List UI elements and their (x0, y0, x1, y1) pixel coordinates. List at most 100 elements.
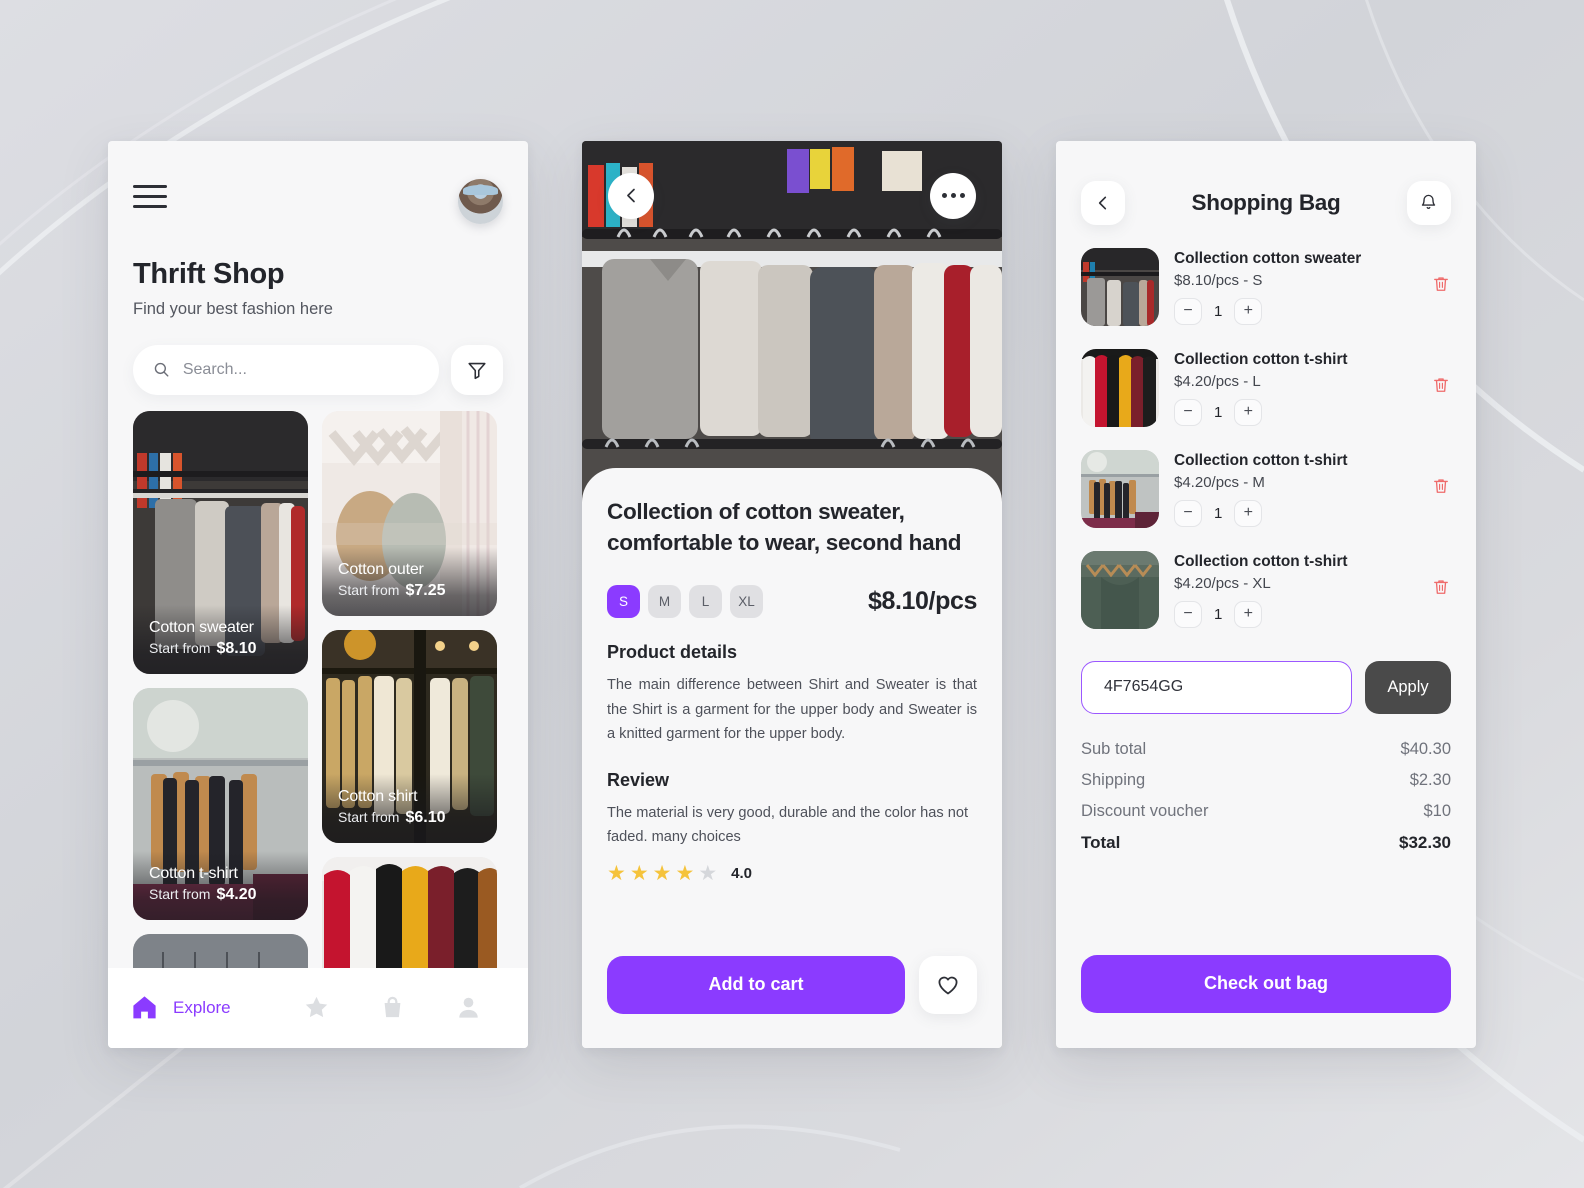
page-title: Thrift Shop (133, 257, 285, 290)
item-price: $4.20/pcs - XL (1174, 574, 1271, 592)
size-chip-xl[interactable]: XL (730, 585, 763, 619)
summary-row: Discount voucher $10 (1081, 802, 1451, 821)
review-text: The material is very good, durable and t… (607, 805, 968, 846)
item-image (1081, 550, 1159, 629)
apply-button[interactable]: Apply (1365, 660, 1451, 714)
search-icon (154, 362, 169, 377)
star-icon: ★ (652, 862, 672, 886)
item-name: Collection cotton t-shirt (1174, 350, 1348, 368)
avatar[interactable] (458, 178, 503, 224)
add-to-cart-button[interactable]: Add to cart (607, 955, 905, 1014)
sidebar-item-explore[interactable]: Explore (130, 993, 231, 1022)
product-card[interactable]: Cotton sweater Start from $8.10 (133, 410, 308, 674)
product-name: Cotton sweater (149, 618, 254, 636)
bottom-nav: Explore (108, 967, 528, 1048)
product-name: Cotton t-shirt (149, 864, 238, 882)
bag-item: Collection cotton t-shirt $4.20/pcs - M … (1081, 449, 1451, 528)
quantity-stepper: − 1 + (1174, 499, 1416, 527)
size-chip-m[interactable]: M (648, 585, 681, 619)
decrease-quantity-button[interactable]: − (1174, 600, 1202, 628)
decrease-quantity-button[interactable]: − (1174, 499, 1202, 527)
filter-button[interactable] (451, 344, 503, 395)
home-header: Thrift Shop Find your best fashion here (108, 141, 528, 395)
product-card[interactable]: Cotton t-shirt Start from $4.20 (133, 687, 308, 920)
screen-home: Thrift Shop Find your best fashion here (108, 140, 528, 1048)
page-subtitle: Find your best fashion here (133, 299, 333, 318)
quantity-stepper: − 1 + (1174, 600, 1416, 628)
trash-icon (1434, 580, 1448, 594)
increase-quantity-button[interactable]: + (1234, 499, 1263, 527)
decrease-quantity-button[interactable]: − (1174, 398, 1202, 426)
size-and-price-row: S M L XL $8.10/pcs (607, 585, 977, 619)
notifications-button[interactable] (1406, 180, 1451, 225)
delete-item-button[interactable] (1431, 476, 1451, 501)
nav-label-explore: Explore (173, 997, 231, 1017)
delete-item-button[interactable] (1431, 274, 1451, 299)
increase-quantity-button[interactable]: + (1234, 297, 1263, 325)
screen-shopping-bag: Shopping Bag Collection cotton sweater $… (1056, 140, 1476, 1048)
order-summary: Sub total $40.30 Shipping $2.30 Discount… (1081, 740, 1451, 853)
item-name: Collection cotton sweater (1174, 249, 1362, 267)
checkout-button[interactable]: Check out bag (1081, 954, 1451, 1013)
search-box[interactable] (133, 344, 439, 395)
item-thumbnail (1081, 449, 1159, 528)
quantity-value: 1 (1214, 605, 1223, 623)
hamburger-icon[interactable] (133, 179, 167, 208)
summary-label: Sub total (1081, 739, 1147, 758)
delete-item-button[interactable] (1431, 577, 1451, 602)
size-chip-s[interactable]: S (607, 585, 640, 619)
bag-icon[interactable] (379, 994, 406, 1021)
delete-item-button[interactable] (1431, 375, 1451, 400)
item-image (1081, 348, 1159, 427)
bag-item: Collection cotton t-shirt $4.20/pcs - L … (1081, 348, 1451, 427)
person-icon[interactable] (455, 994, 482, 1021)
screens-stage: Thrift Shop Find your best fashion here (0, 0, 1584, 1188)
star-icon[interactable] (303, 994, 330, 1021)
trash-icon (1434, 378, 1448, 392)
star-icon: ★ (675, 862, 695, 886)
increase-quantity-button[interactable]: + (1234, 398, 1263, 426)
search-row (133, 344, 503, 395)
page-title: Shopping Bag (1191, 189, 1341, 215)
increase-quantity-button[interactable]: + (1234, 600, 1263, 628)
back-button[interactable] (608, 172, 654, 219)
product-start-label: Start from (338, 808, 400, 825)
more-options-button[interactable] (930, 172, 976, 219)
size-chip-l[interactable]: L (689, 585, 722, 619)
product-card[interactable]: Cotton outer Start from $7.25 (322, 410, 497, 616)
quantity-stepper: − 1 + (1174, 297, 1416, 325)
star-icon: ★ (629, 862, 649, 886)
summary-value: $10 (1423, 801, 1451, 820)
product-price: $8.10 (216, 639, 257, 657)
product-price: $6.10 (405, 808, 446, 826)
product-card[interactable]: Cotton shirt Start from $6.10 (322, 629, 497, 843)
star-icon: ★ (698, 862, 718, 886)
back-button[interactable] (1081, 180, 1125, 225)
filter-icon (468, 362, 486, 379)
hero-toolbar (582, 172, 1002, 219)
detail-sheet: Collection of cotton sweater, comfortabl… (582, 467, 1002, 1048)
home-icon (133, 996, 156, 1019)
product-price: $8.10/pcs (868, 587, 977, 616)
item-info: Collection cotton t-shirt $4.20/pcs - XL… (1174, 551, 1416, 628)
item-image (1081, 247, 1159, 326)
quantity-value: 1 (1214, 403, 1223, 421)
product-start-label: Start from (149, 885, 211, 902)
favorite-button[interactable] (919, 955, 977, 1014)
product-column-left: Cotton sweater Start from $8.10 Cotton t… (133, 410, 308, 1048)
summary-row-total: Total $32.30 (1081, 833, 1451, 853)
decrease-quantity-button[interactable]: − (1174, 297, 1202, 325)
trash-icon (1434, 277, 1448, 291)
product-name: Cotton outer (338, 560, 424, 578)
total-label: Total (1081, 832, 1121, 852)
summary-row: Shipping $2.30 (1081, 771, 1451, 790)
search-input[interactable] (182, 360, 419, 379)
item-info: Collection cotton t-shirt $4.20/pcs - L … (1174, 349, 1416, 426)
quantity-value: 1 (1214, 504, 1223, 522)
bag-item: Collection cotton sweater $8.10/pcs - S … (1081, 247, 1451, 326)
summary-label: Shipping (1081, 770, 1146, 789)
product-details-heading: Product details (607, 642, 738, 663)
rating-value: 4.0 (731, 865, 752, 883)
promo-code-input[interactable] (1081, 660, 1352, 714)
item-name: Collection cotton t-shirt (1174, 552, 1348, 570)
